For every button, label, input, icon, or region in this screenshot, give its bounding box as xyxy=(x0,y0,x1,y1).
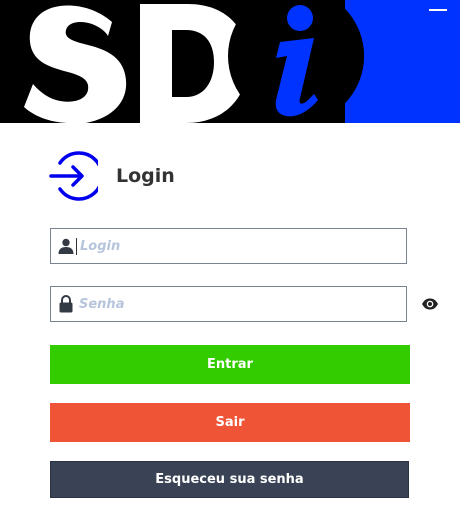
eye-icon xyxy=(422,298,438,310)
text-cursor xyxy=(76,237,77,255)
password-field[interactable] xyxy=(50,286,407,322)
login-arrow-icon xyxy=(48,151,98,201)
password-input[interactable] xyxy=(77,289,406,319)
username-field[interactable] xyxy=(50,228,407,264)
login-header: Login xyxy=(48,151,175,201)
user-icon xyxy=(58,237,74,255)
logo-banner xyxy=(0,0,460,123)
show-password-toggle[interactable] xyxy=(420,296,440,312)
entrar-button[interactable]: Entrar xyxy=(50,345,410,384)
username-input[interactable] xyxy=(78,231,406,261)
forgot-password-button[interactable]: Esqueceu sua senha xyxy=(50,461,409,498)
page-title: Login xyxy=(116,165,175,187)
sair-button[interactable]: Sair xyxy=(50,403,410,442)
sdi-logo xyxy=(0,0,460,123)
lock-icon xyxy=(58,295,74,313)
minimize-button[interactable] xyxy=(426,2,450,16)
login-window: Login Entrar Sair Esqueceu sua xyxy=(0,0,460,510)
minimize-icon xyxy=(429,9,447,11)
